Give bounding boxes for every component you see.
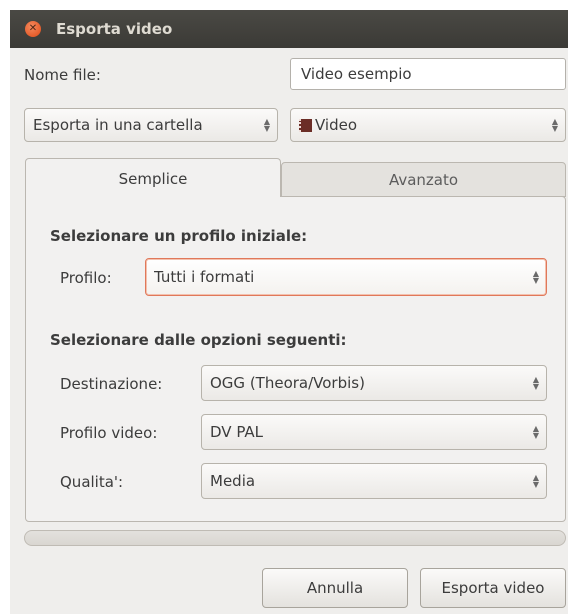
- tab-avanzato[interactable]: Avanzato: [281, 162, 566, 197]
- export-video-button[interactable]: Esporta video: [420, 568, 566, 608]
- quality-value: Media: [210, 472, 256, 490]
- video-profile-combo[interactable]: DV PAL ▲ ▼: [201, 414, 547, 450]
- export-video-dialog: ✕ Esporta video Nome file: Video esempio…: [10, 10, 568, 614]
- quality-combo[interactable]: Media ▲ ▼: [201, 463, 547, 499]
- media-type-combo[interactable]: Video ▲ ▼: [290, 108, 566, 142]
- quality-label: Qualita':: [60, 473, 124, 491]
- destination-format-value: OGG (Theora/Vorbis): [210, 374, 365, 392]
- profile-label: Profilo:: [60, 269, 112, 287]
- cancel-button[interactable]: Annulla: [262, 568, 408, 608]
- up-down-arrows-icon: ▲ ▼: [551, 117, 559, 133]
- up-down-arrows-icon: ▲ ▼: [532, 375, 540, 391]
- destination-format-combo[interactable]: OGG (Theora/Vorbis) ▲ ▼: [201, 365, 547, 401]
- video-profile-value: DV PAL: [210, 423, 264, 441]
- window-title: Esporta video: [56, 20, 173, 38]
- options-heading: Selezionare dalle opzioni seguenti:: [50, 331, 347, 349]
- video-profile-label: Profilo video:: [60, 424, 158, 442]
- export-destination-value: Esporta in una cartella: [33, 116, 203, 134]
- tab-semplice[interactable]: Semplice: [25, 158, 281, 197]
- initial-profile-heading: Selezionare un profilo iniziale:: [50, 227, 308, 245]
- export-destination-combo[interactable]: Esporta in una cartella ▲ ▼: [24, 108, 278, 142]
- profile-combo[interactable]: Tutti i formati ▲ ▼: [145, 258, 547, 296]
- close-icon[interactable]: ✕: [25, 21, 41, 37]
- up-down-arrows-icon: ▲ ▼: [263, 117, 271, 133]
- up-down-arrows-icon: ▲ ▼: [532, 424, 540, 440]
- simple-tab-panel: Selezionare un profilo iniziale: Profilo…: [25, 196, 566, 522]
- file-name-input[interactable]: Video esempio: [290, 58, 566, 90]
- up-down-arrows-icon: ▲ ▼: [532, 473, 540, 489]
- up-down-arrows-icon: ▲ ▼: [532, 269, 540, 285]
- title-bar: ✕ Esporta video: [10, 10, 568, 48]
- profile-value: Tutti i formati: [154, 268, 255, 286]
- file-name-label: Nome file:: [24, 66, 101, 84]
- film-icon: [299, 119, 312, 132]
- media-type-value: Video: [315, 116, 358, 134]
- export-progress-bar: [24, 530, 566, 546]
- destination-label: Destinazione:: [60, 375, 163, 393]
